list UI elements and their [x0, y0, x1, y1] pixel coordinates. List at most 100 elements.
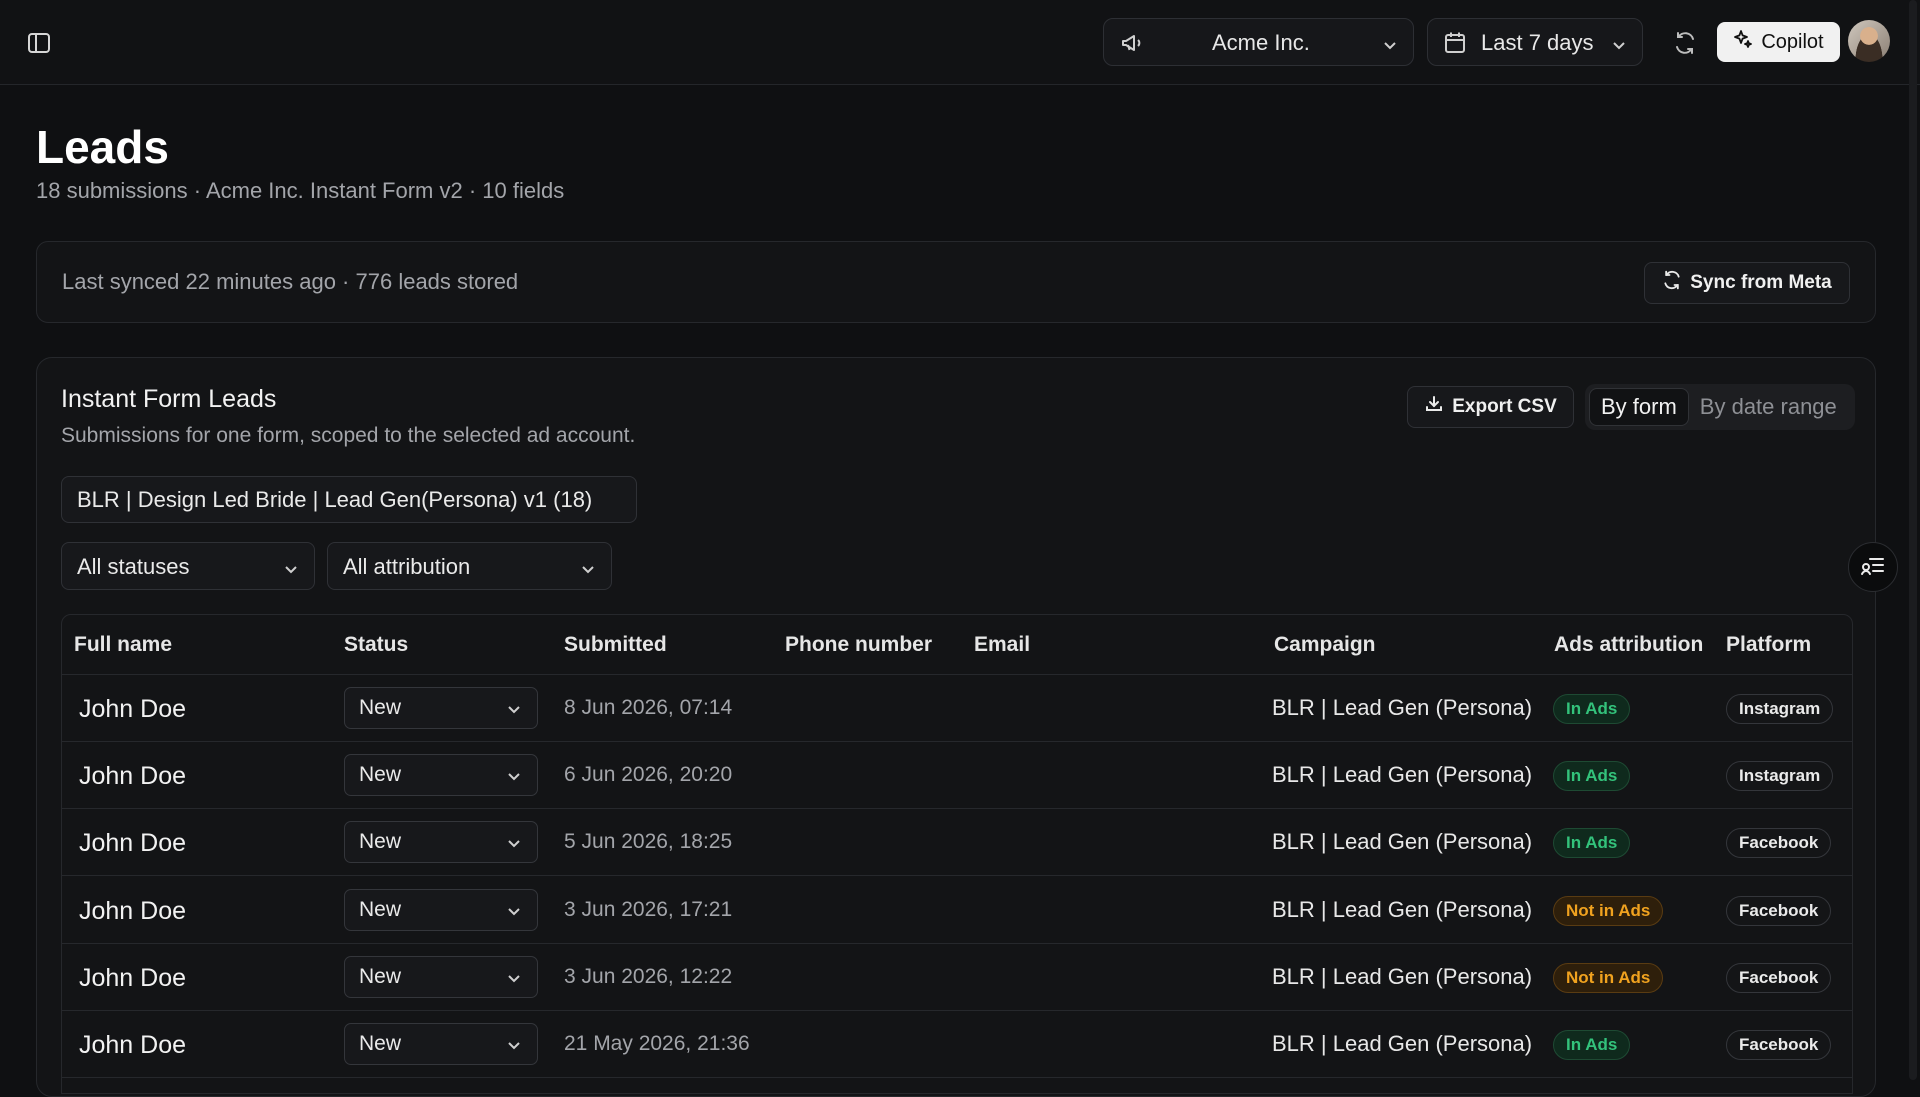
view-by-form[interactable]: By form — [1589, 388, 1689, 426]
attribution-badge: In Ads — [1553, 828, 1631, 858]
download-icon — [1424, 394, 1444, 420]
status-value: New — [359, 696, 402, 719]
chevron-down-icon — [579, 558, 597, 584]
calendar-icon — [1444, 31, 1466, 61]
campaign-cell: BLR | Lead Gen (Persona) — [1272, 829, 1533, 854]
status-select[interactable]: New — [344, 956, 538, 998]
campaign-cell: BLR | Lead Gen (Persona) — [1272, 897, 1533, 922]
platform-badge: Instagram — [1726, 761, 1834, 791]
card-description: Submissions for one form, scoped to the … — [61, 424, 636, 447]
status-select[interactable]: New — [344, 889, 538, 931]
export-csv-button[interactable]: Export CSV — [1407, 386, 1574, 428]
column-header-campaign[interactable]: Campaign — [1274, 633, 1376, 657]
full-name-cell: John Doe — [79, 762, 187, 790]
chevron-down-icon — [505, 902, 523, 926]
account-select[interactable]: Acme Inc. — [1103, 18, 1414, 66]
sync-card: Last synced 22 minutes ago · 776 leads s… — [36, 241, 1876, 323]
column-header-status[interactable]: Status — [344, 633, 408, 657]
megaphone-icon — [1120, 31, 1144, 61]
platform-badge: Instagram — [1726, 694, 1834, 724]
column-header-submitted[interactable]: Submitted — [564, 633, 667, 657]
chevron-down-icon — [505, 767, 523, 791]
campaign-cell: BLR | Lead Gen (Persona) — [1272, 762, 1533, 787]
attribution-badge: In Ads — [1553, 1030, 1631, 1060]
page-subtitle: 18 submissions · Acme Inc. Instant Form … — [36, 178, 565, 203]
platform-badge: Facebook — [1726, 1030, 1832, 1060]
status-filter-label: All statuses — [77, 554, 190, 579]
date-range-select[interactable]: Last 7 days — [1427, 18, 1643, 66]
submitted-cell: 3 Jun 2026, 12:22 — [564, 965, 733, 988]
status-select[interactable]: New — [344, 687, 538, 729]
sparkle-icon — [1733, 29, 1753, 55]
view-toggle: By form By date range — [1585, 384, 1855, 430]
sync-from-meta-button[interactable]: Sync from Meta — [1644, 262, 1850, 304]
avatar[interactable] — [1848, 20, 1890, 62]
status-select[interactable]: New — [344, 821, 538, 863]
full-name-cell: John Doe — [79, 897, 187, 925]
full-name-cell: John Doe — [79, 829, 187, 857]
table-row[interactable]: John Doe New 3 Jun 2026, 17:21 BLR | Lead G… — [62, 877, 1852, 944]
chevron-down-icon — [505, 834, 523, 858]
chevron-down-icon — [505, 969, 523, 993]
column-header-full-name[interactable]: Full name — [74, 633, 172, 657]
table-header: Full name Status Submitted Phone number … — [62, 615, 1852, 675]
attribution-badge: In Ads — [1553, 694, 1631, 724]
campaign-cell: BLR | Lead Gen (Persona) — [1272, 695, 1533, 720]
status-value: New — [359, 965, 402, 988]
column-header-ads-attribution[interactable]: Ads attribution — [1554, 633, 1703, 657]
chevron-down-icon — [1610, 34, 1628, 60]
full-name-cell: John Doe — [79, 1031, 187, 1059]
refresh-icon — [1662, 270, 1682, 296]
table-row[interactable]: John Doe New 6 Jun 2026, 20:20 BLR | Lead G… — [62, 742, 1852, 809]
full-name-cell: John Doe — [79, 964, 187, 992]
leads-table: Full name Status Submitted Phone number … — [61, 614, 1853, 1094]
status-value: New — [359, 763, 402, 786]
export-csv-label: Export CSV — [1452, 396, 1557, 417]
status-select[interactable]: New — [344, 1023, 538, 1065]
attribution-filter[interactable]: All attribution — [327, 542, 612, 590]
page-title: Leads — [36, 121, 169, 173]
column-header-email[interactable]: Email — [974, 633, 1030, 657]
form-select[interactable]: BLR | Design Led Bride | Lead Gen(Person… — [61, 476, 637, 523]
column-settings-button[interactable] — [1848, 542, 1898, 592]
table-row[interactable]: John Doe New 3 Jun 2026, 12:22 BLR | Lead G… — [62, 944, 1852, 1011]
sync-status-text: Last synced 22 minutes ago · 776 leads s… — [62, 269, 519, 294]
chevron-down-icon — [1381, 34, 1399, 60]
status-value: New — [359, 1032, 402, 1055]
card-title: Instant Form Leads — [61, 385, 277, 413]
attribution-filter-label: All attribution — [343, 554, 471, 579]
submitted-cell: 21 May 2026, 21:36 — [564, 1032, 750, 1055]
top-bar: Acme Inc. Last 7 days Copilot — [0, 0, 1920, 85]
table-row[interactable]: John Doe New 21 May 2026, 21:36 BLR | Lead … — [62, 1011, 1852, 1078]
sync-button-label: Sync from Meta — [1690, 272, 1832, 293]
status-value: New — [359, 830, 402, 853]
date-range-label: Last 7 days — [1481, 30, 1594, 55]
status-value: New — [359, 898, 402, 921]
chevron-down-icon — [505, 700, 523, 724]
filter-list-icon — [1860, 554, 1886, 581]
column-header-platform[interactable]: Platform — [1726, 633, 1811, 657]
copilot-button[interactable]: Copilot — [1717, 22, 1840, 62]
refresh-icon[interactable] — [1670, 28, 1700, 58]
status-select[interactable]: New — [344, 754, 538, 796]
instant-form-leads-card: Instant Form Leads Submissions for one f… — [36, 357, 1876, 1097]
column-header-phone[interactable]: Phone number — [785, 633, 932, 657]
view-by-date-range[interactable]: By date range — [1689, 388, 1848, 426]
campaign-cell: BLR | Lead Gen (Persona) — [1272, 964, 1533, 989]
copilot-label: Copilot — [1761, 30, 1824, 53]
submitted-cell: 8 Jun 2026, 07:14 — [564, 696, 733, 719]
table-row[interactable]: John Doe New 8 Jun 2026, 07:14 BLR | Lead G… — [62, 675, 1852, 742]
campaign-cell: BLR | Lead Gen (Persona) — [1272, 1031, 1533, 1056]
submitted-cell: 5 Jun 2026, 18:25 — [564, 830, 733, 853]
attribution-badge: Not in Ads — [1553, 896, 1664, 926]
sidebar-toggle-icon[interactable] — [24, 28, 54, 58]
table-row[interactable]: John Doe New 5 Jun 2026, 18:25 BLR | Lead G… — [62, 809, 1852, 876]
submitted-cell: 6 Jun 2026, 20:20 — [564, 763, 733, 786]
full-name-cell: John Doe — [79, 695, 187, 723]
platform-badge: Facebook — [1726, 896, 1832, 926]
status-filter[interactable]: All statuses — [61, 542, 315, 590]
platform-badge: Facebook — [1726, 828, 1832, 858]
chevron-down-icon — [282, 558, 300, 584]
scrollbar[interactable] — [1909, 0, 1917, 1080]
submitted-cell: 3 Jun 2026, 17:21 — [564, 898, 733, 921]
